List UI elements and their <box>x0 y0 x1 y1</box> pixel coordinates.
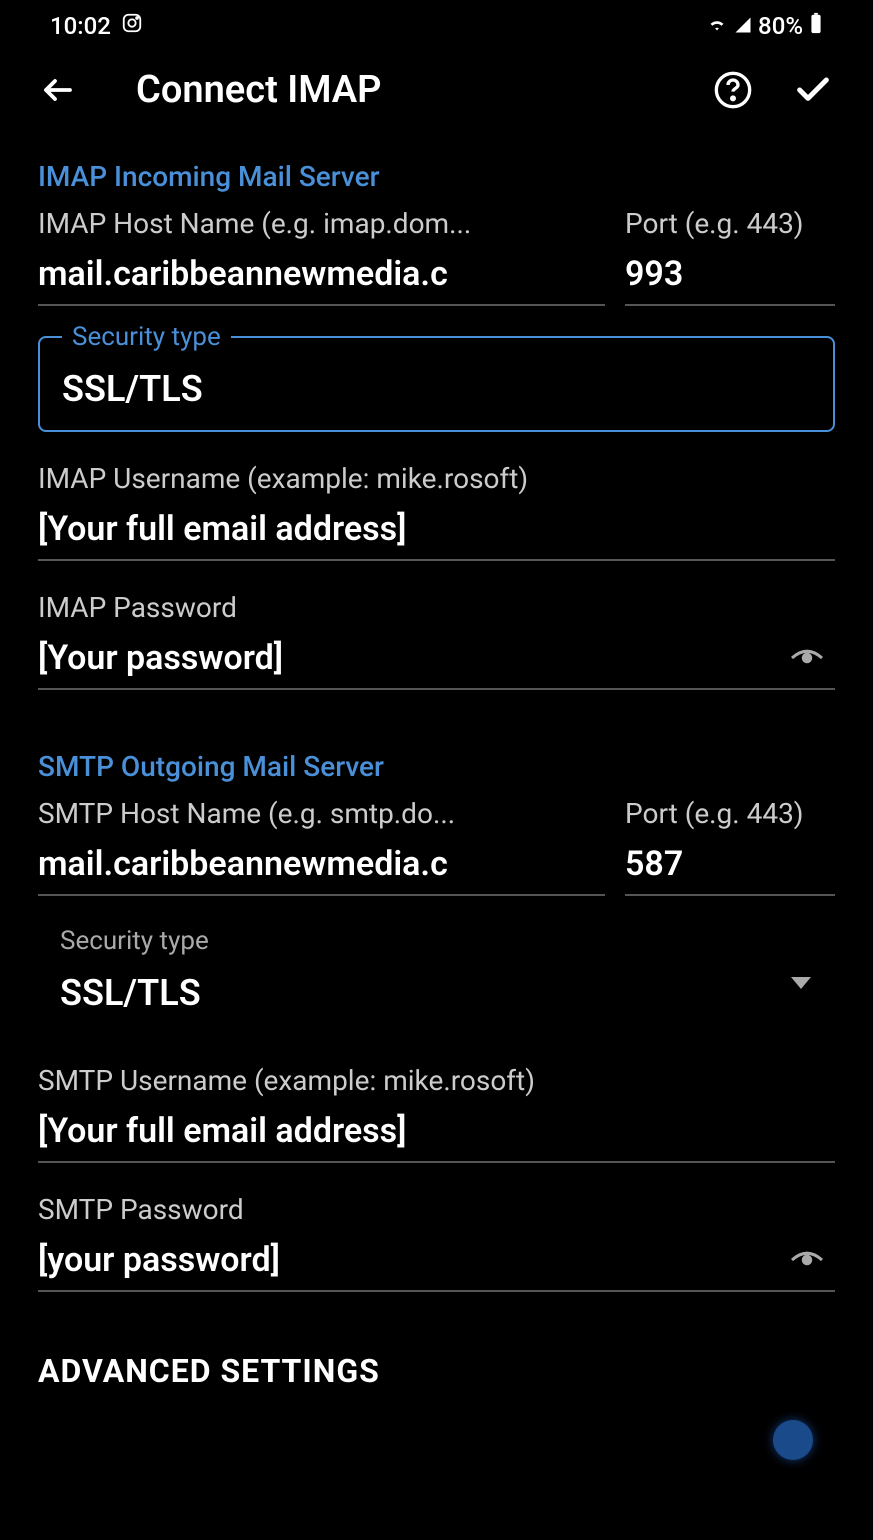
smtp-security-field[interactable]: Security type SSL/TLS <box>38 926 835 1034</box>
smtp-security-value[interactable]: SSL/TLS <box>60 968 813 1034</box>
imap-username-field[interactable]: IMAP Username (example: mike.rosoft) [Yo… <box>38 462 835 561</box>
status-time: 10:02 <box>50 12 111 40</box>
smtp-port-value[interactable]: 587 <box>625 840 835 896</box>
smtp-port-field[interactable]: Port (e.g. 443) 587 <box>625 797 835 896</box>
imap-port-value[interactable]: 993 <box>625 250 835 306</box>
smtp-password-field[interactable]: SMTP Password [your password] <box>38 1193 835 1292</box>
app-bar: Connect IMAP <box>0 48 873 132</box>
instagram-icon <box>121 12 143 40</box>
battery-icon <box>809 12 823 40</box>
imap-security-label: Security type <box>62 322 231 352</box>
imap-username-label: IMAP Username (example: mike.rosoft) <box>38 462 835 495</box>
help-button[interactable] <box>713 70 753 110</box>
imap-password-label: IMAP Password <box>38 591 835 624</box>
floating-indicator <box>773 1420 813 1460</box>
smtp-host-label: SMTP Host Name (e.g. smtp.do... <box>38 797 605 830</box>
imap-host-field[interactable]: IMAP Host Name (e.g. imap.dom... mail.ca… <box>38 207 605 306</box>
smtp-host-field[interactable]: SMTP Host Name (e.g. smtp.do... mail.car… <box>38 797 605 896</box>
wifi-icon <box>706 12 728 40</box>
smtp-password-visibility-icon[interactable] <box>789 1246 825 1278</box>
smtp-port-label: Port (e.g. 443) <box>625 797 835 830</box>
smtp-password-value[interactable]: [your password] <box>38 1236 835 1292</box>
status-bar: 10:02 80% <box>0 0 873 48</box>
page-title: Connect IMAP <box>136 68 673 112</box>
imap-host-value[interactable]: mail.caribbeannewmedia.c <box>38 250 605 306</box>
imap-password-value[interactable]: [Your password] <box>38 634 835 690</box>
advanced-settings-button[interactable]: ADVANCED SETTINGS <box>38 1352 835 1390</box>
smtp-username-label: SMTP Username (example: mike.rosoft) <box>38 1064 835 1097</box>
dropdown-icon[interactable] <box>791 976 811 995</box>
back-button[interactable] <box>40 72 76 108</box>
smtp-section-header: SMTP Outgoing Mail Server <box>38 750 835 783</box>
imap-password-visibility-icon[interactable] <box>789 644 825 676</box>
content: IMAP Incoming Mail Server IMAP Host Name… <box>0 160 873 1390</box>
imap-username-value[interactable]: [Your full email address] <box>38 505 835 561</box>
confirm-button[interactable] <box>793 70 833 110</box>
imap-password-field[interactable]: IMAP Password [Your password] <box>38 591 835 690</box>
battery-text: 80% <box>758 12 803 40</box>
smtp-security-label: Security type <box>60 926 813 956</box>
imap-security-value[interactable]: SSL/TLS <box>62 368 811 410</box>
smtp-password-label: SMTP Password <box>38 1193 835 1226</box>
smtp-username-value[interactable]: [Your full email address] <box>38 1107 835 1163</box>
imap-section-header: IMAP Incoming Mail Server <box>38 160 835 193</box>
imap-port-label: Port (e.g. 443) <box>625 207 835 240</box>
imap-security-field[interactable]: Security type SSL/TLS <box>38 336 835 432</box>
smtp-host-value[interactable]: mail.caribbeannewmedia.c <box>38 840 605 896</box>
signal-icon <box>734 12 752 40</box>
imap-host-label: IMAP Host Name (e.g. imap.dom... <box>38 207 605 240</box>
imap-port-field[interactable]: Port (e.g. 443) 993 <box>625 207 835 306</box>
smtp-username-field[interactable]: SMTP Username (example: mike.rosoft) [Yo… <box>38 1064 835 1163</box>
